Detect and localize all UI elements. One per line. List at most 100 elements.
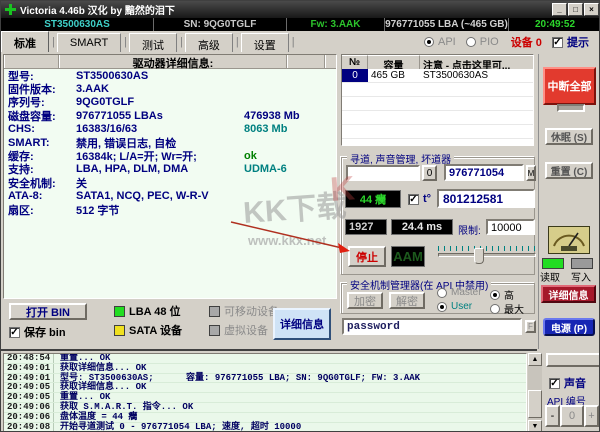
col-num[interactable]: № <box>342 55 368 69</box>
status-model: ST3500630AS <box>1 18 154 31</box>
max-radio[interactable] <box>490 304 500 314</box>
api-number-stepper: - 0 + <box>545 405 599 427</box>
header-segment[interactable] <box>4 55 59 68</box>
temperature-display: 44 癵 <box>345 190 401 208</box>
break-all-button[interactable]: 中断全部 <box>543 67 596 105</box>
save-bin-checkbox[interactable]: ✓ <box>9 327 20 338</box>
drive-row-capacity: 磁盘容量:976771055 LBAs476938 Mb <box>4 109 336 122</box>
master-radio-row[interactable]: Master <box>437 287 482 298</box>
hint-label: 提示 <box>567 34 589 50</box>
aam-value: AAM <box>393 249 423 264</box>
details-button-right[interactable]: 详细信息 <box>541 285 596 303</box>
slider-track[interactable] <box>438 253 536 257</box>
api-radio[interactable] <box>424 37 434 47</box>
log-row: 20:49:08开始寻道测试 0 - 976771054 LBA; 速度, 超时… <box>4 423 526 432</box>
hint-checkbox[interactable]: ✓ <box>552 37 563 48</box>
stop-button[interactable]: 停止 <box>348 246 386 267</box>
header-segment[interactable] <box>325 55 336 68</box>
drive-info-title[interactable]: 驱动器详细信息: <box>59 55 287 68</box>
break-all-label: 中断全部 <box>548 78 592 94</box>
temp-toggle[interactable]: ✓ t° <box>408 193 431 205</box>
password-f-button[interactable]: F <box>525 320 536 333</box>
details-button-right-label: 详细信息 <box>549 287 589 302</box>
user-radio-row[interactable]: User <box>437 301 472 312</box>
divider <box>1 349 537 351</box>
title-bar: Victoria 4.46b 汉化 by 黯然的泪下 _ □ × <box>1 1 600 18</box>
device-row-empty[interactable] <box>342 83 533 97</box>
status-capacity: 976771055 LBA (~465 GB) <box>385 18 509 31</box>
pio-radio[interactable] <box>466 37 476 47</box>
device-row-empty[interactable] <box>342 97 533 111</box>
temp-checkbox-label: t° <box>423 193 431 205</box>
close-icon[interactable]: × <box>584 3 599 16</box>
slider-thumb[interactable] <box>474 248 484 264</box>
tab-standard[interactable]: 标准 <box>1 31 49 52</box>
max-lba-button[interactable]: M <box>526 165 536 181</box>
decrypt-button[interactable]: 解密 <box>389 292 425 309</box>
device-table-header: № 容量 注意 - 点击这里可... <box>342 55 533 69</box>
encrypt-button[interactable]: 加密 <box>347 292 383 309</box>
reset-button[interactable]: 重置 (C) <box>545 162 593 179</box>
save-bin-toggle[interactable]: ✓ 保存 bin <box>9 324 66 340</box>
password-input[interactable]: password <box>342 318 522 335</box>
device-table: № 容量 注意 - 点击这里可... 0 465 GB ST3500630AS <box>341 54 534 146</box>
maximize-icon[interactable]: □ <box>568 3 583 16</box>
tab-settings[interactable]: 设置 <box>241 33 289 52</box>
tab-separator: | <box>178 36 185 48</box>
temp-checkbox[interactable]: ✓ <box>408 194 419 205</box>
tab-advanced[interactable]: 高级 <box>185 33 233 52</box>
pio-radio-label: PIO <box>480 36 499 48</box>
position-value: 801212581 <box>443 192 503 206</box>
stepper-minus-button[interactable]: - <box>545 405 560 427</box>
high-radio-row[interactable]: 高 <box>490 287 514 302</box>
scroll-thumb[interactable] <box>528 390 542 418</box>
header-segment[interactable] <box>287 55 325 68</box>
col-capacity[interactable]: 容量 <box>368 55 420 69</box>
seek-start-input[interactable] <box>346 165 420 181</box>
high-radio[interactable] <box>490 290 500 300</box>
sleep-button[interactable]: 休眠 (S) <box>545 128 593 145</box>
details-button-left[interactable]: 详细信息 <box>273 308 331 340</box>
sound-checkbox[interactable]: ✓ <box>549 378 560 389</box>
aam-slider[interactable] <box>438 246 536 266</box>
seek-panel-title: 寻道, 声音管理, 坏道器 <box>347 151 454 166</box>
sata-led-icon <box>114 325 125 336</box>
stop-button-label: 停止 <box>356 249 378 265</box>
status-bar: ST3500630AS SN: 9QG0TGLF Fw: 3.AAK 97677… <box>1 18 600 31</box>
log-scrollbar[interactable]: ▲ ▼ <box>528 353 542 432</box>
user-radio[interactable] <box>437 302 447 312</box>
minimize-icon[interactable]: _ <box>552 3 567 16</box>
max-radio-row[interactable]: 最大 <box>490 301 524 316</box>
sleep-button-label: 休眠 (S) <box>551 129 587 144</box>
stepper-plus-button[interactable]: + <box>584 405 599 427</box>
limit-input[interactable]: 10000 <box>486 219 535 235</box>
col-note[interactable]: 注意 - 点击这里可... <box>420 55 533 69</box>
scroll-down-icon[interactable]: ▼ <box>528 420 542 432</box>
stepper-plus-label: + <box>588 410 594 422</box>
zero-button[interactable]: 0 <box>422 165 437 181</box>
position-field[interactable]: 801212581 <box>437 189 535 208</box>
sound-toggle[interactable]: ✓ 声音 <box>549 375 586 391</box>
write-led-icon <box>571 258 593 269</box>
device-row-empty[interactable] <box>342 111 533 125</box>
removable-label: 可移动设备 <box>224 303 279 319</box>
seek-end-input[interactable]: 976771054 <box>444 164 524 181</box>
encrypt-button-label: 加密 <box>354 293 376 309</box>
zero-button-label: 0 <box>427 168 433 179</box>
open-bin-button[interactable]: 打开 BIN <box>9 303 87 320</box>
hint-toggle[interactable]: ✓ 提示 <box>552 34 589 50</box>
device-row-empty[interactable] <box>342 125 533 139</box>
tab-smart[interactable]: SMART <box>57 33 121 52</box>
stepper-value-text: 0 <box>569 410 575 422</box>
power-button[interactable]: 电源 (P) <box>543 318 595 336</box>
seek-count-value: 1927 <box>349 221 373 233</box>
gauge-icon <box>548 226 590 254</box>
drive-row-security: 安全机制:关 <box>4 176 336 189</box>
scroll-up-icon[interactable]: ▲ <box>528 353 542 366</box>
master-radio[interactable] <box>437 288 447 298</box>
tab-test[interactable]: 测试 <box>129 33 177 52</box>
api-radio-label: API <box>438 36 456 48</box>
removable-led-icon <box>209 306 220 317</box>
sata-indicator: SATA 设备 <box>114 322 182 338</box>
device-row-0[interactable]: 0 465 GB ST3500630AS <box>342 69 533 83</box>
